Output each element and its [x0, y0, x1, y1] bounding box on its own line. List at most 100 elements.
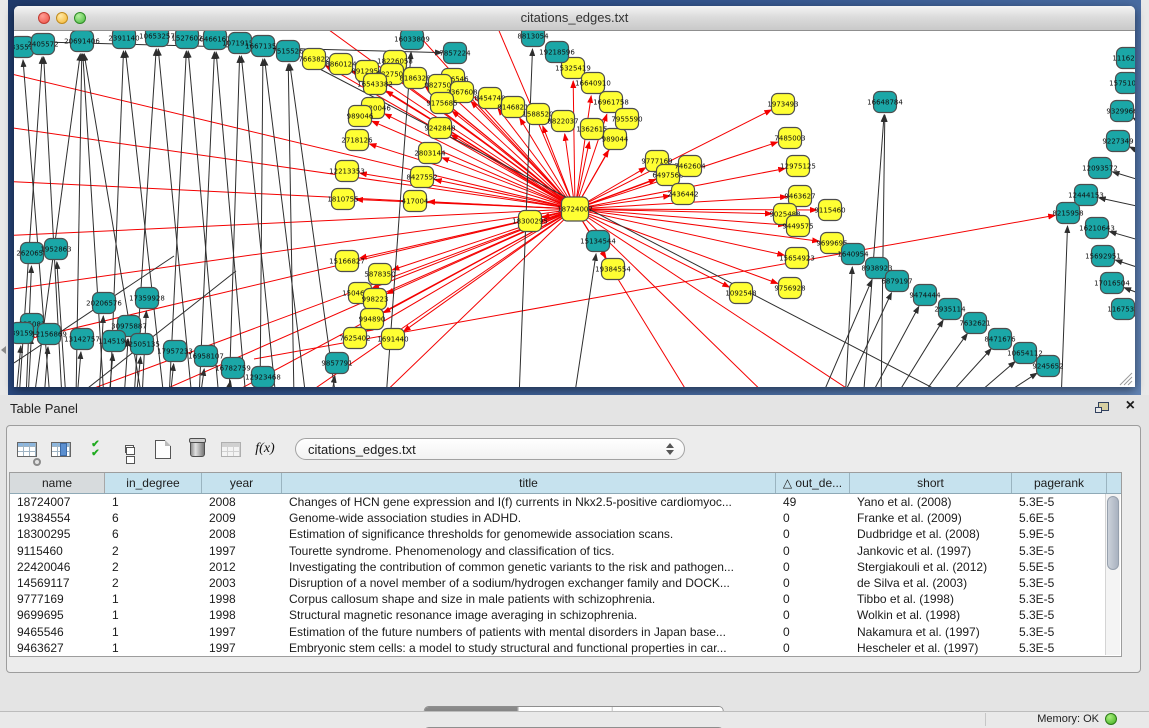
graph-node[interactable]: 5878350: [364, 264, 395, 285]
graph-node[interactable]: 9857791: [321, 353, 352, 374]
graph-node[interactable]: 2405572: [27, 34, 58, 55]
table-row[interactable]: 946362711997Embryonic stem cells: a mode…: [10, 640, 1121, 656]
graph-node[interactable]: 18724007: [557, 197, 593, 221]
column-header-title[interactable]: title: [282, 473, 776, 493]
resize-grip-icon[interactable]: [1120, 373, 1132, 385]
table-row[interactable]: 2242004622012Investigating the contribut…: [10, 559, 1121, 575]
graph-node[interactable]: 1527602: [171, 31, 202, 49]
delete-column-button[interactable]: [187, 436, 207, 462]
graph-node[interactable]: 15134544: [580, 231, 616, 252]
table-row[interactable]: 1456911722003Disruption of a novel membe…: [10, 575, 1121, 591]
graph-node[interactable]: 15654923: [779, 248, 815, 269]
graph-node[interactable]: 9242848: [424, 118, 455, 139]
graph-node[interactable]: 20691406: [64, 31, 100, 52]
graph-node[interactable]: 1952863: [40, 239, 71, 260]
graph-node[interactable]: 16210643: [1079, 218, 1115, 239]
graph-node[interactable]: 9449575: [782, 216, 813, 237]
table-row[interactable]: 1872400712008Changes of HCN gene express…: [10, 494, 1121, 510]
network-canvas[interactable]: 1872400776638228860124891295418226058982…: [14, 31, 1135, 387]
graph-node[interactable]: 2391140: [108, 31, 139, 49]
network-canvas-svg[interactable]: 1872400776638228860124891295418226058982…: [14, 31, 1135, 387]
graph-node[interactable]: 8471676: [984, 329, 1016, 350]
graph-node[interactable]: 8822037: [547, 111, 578, 132]
graph-node[interactable]: 15692951: [1085, 246, 1121, 267]
column-header-out_degree[interactable]: △ out_de...: [776, 473, 850, 493]
merge-button[interactable]: [119, 436, 139, 462]
window-titlebar[interactable]: citations_edges.txt: [14, 6, 1135, 31]
select-rows-button[interactable]: ✔✔: [85, 436, 105, 462]
table-row[interactable]: 1938455462009Genome-wide association stu…: [10, 510, 1121, 526]
graph-node[interactable]: 9245652: [1032, 356, 1063, 377]
table-row[interactable]: 946554611997Estimation of the future num…: [10, 624, 1121, 640]
network-file-selector[interactable]: citations_edges.txt: [295, 438, 685, 460]
graph-node[interactable]: 2935114: [934, 299, 966, 320]
graph-node[interactable]: 20206576: [86, 293, 122, 314]
graph-node[interactable]: 17016504: [1094, 273, 1130, 294]
graph-node[interactable]: 7955590: [611, 109, 642, 130]
graph-node[interactable]: 10653257: [139, 31, 175, 47]
graph-node[interactable]: 1167533: [1107, 299, 1135, 320]
table-row[interactable]: 1830029562008Estimation of significance …: [10, 526, 1121, 542]
collapse-panel-icon[interactable]: [1, 346, 6, 354]
graph-node[interactable]: 8427552: [406, 167, 437, 188]
graph-node[interactable]: 998223: [362, 289, 389, 310]
graph-node[interactable]: 6879197: [881, 271, 912, 292]
graph-node[interactable]: 16958107: [188, 346, 224, 367]
column-header-name[interactable]: name: [10, 473, 105, 493]
graph-node[interactable]: 19384554: [595, 259, 631, 280]
table-row[interactable]: 969969511998Structural magnetic resonanc…: [10, 607, 1121, 623]
graph-node[interactable]: 1092548: [725, 283, 756, 304]
graph-node[interactable]: 9175685: [426, 93, 457, 114]
graph-node[interactable]: 7515526: [272, 41, 304, 62]
function-builder-button[interactable]: f(x): [255, 436, 275, 462]
graph-node[interactable]: 15166827: [329, 251, 365, 272]
show-columns-button[interactable]: [51, 436, 71, 462]
table-row[interactable]: 911546021997Tourette syndrome. Phenomeno…: [10, 543, 1121, 559]
graph-node[interactable]: 2436442: [667, 184, 698, 205]
graph-node[interactable]: 9474444: [909, 285, 941, 306]
close-panel-icon[interactable]: ×: [1126, 396, 1135, 416]
graph-node[interactable]: 12093572: [1082, 158, 1118, 179]
create-column-button[interactable]: [153, 436, 173, 462]
graph-node[interactable]: 989044: [602, 129, 629, 150]
table-settings-button[interactable]: [17, 436, 37, 462]
graph-node[interactable]: 1810755: [327, 189, 358, 210]
vertical-scrollbar[interactable]: [1105, 494, 1120, 655]
graph-node[interactable]: 2803144: [414, 143, 446, 164]
graph-node[interactable]: 7462604: [674, 156, 706, 177]
graph-node[interactable]: 7857224: [439, 43, 471, 64]
graph-node[interactable]: 1973493: [767, 94, 798, 115]
table-row[interactable]: 977716911998Corpus callosum shape and si…: [10, 591, 1121, 607]
scrollbar-thumb[interactable]: [1107, 496, 1119, 570]
graph-node[interactable]: 1640954: [837, 244, 869, 265]
graph-node[interactable]: 8813054: [517, 31, 549, 47]
graph-node[interactable]: 16033809: [394, 31, 430, 50]
graph-node[interactable]: 989046: [347, 106, 374, 127]
graph-node-label: 19218596: [539, 49, 575, 57]
graph-node-label: 2436442: [667, 191, 698, 199]
column-header-pagerank[interactable]: pagerank: [1012, 473, 1107, 493]
graph-node[interactable]: 15751074: [1109, 73, 1135, 94]
graph-node[interactable]: 994890: [359, 309, 386, 330]
column-header-year[interactable]: year: [202, 473, 282, 493]
network-view-window[interactable]: citations_edges.txt 18724007766382288601…: [14, 6, 1135, 387]
table-panel: Table Panel × ✔✔: [0, 395, 1149, 712]
graph-node[interactable]: 2718126: [341, 130, 373, 151]
graph-node[interactable]: 9227349: [1102, 131, 1133, 152]
graph-node[interactable]: 417004: [402, 191, 429, 212]
graph-node[interactable]: 13142757: [64, 329, 100, 350]
graph-node[interactable]: 16648784: [867, 92, 903, 113]
graph-node[interactable]: 1691440: [377, 329, 408, 350]
graph-node[interactable]: 12975125: [780, 156, 816, 177]
float-panel-icon[interactable]: [1098, 402, 1109, 411]
graph-node[interactable]: 9756928: [774, 278, 805, 299]
graph-node[interactable]: 9329966: [1106, 101, 1135, 122]
graph-node[interactable]: 17359928: [129, 288, 165, 309]
graph-node[interactable]: 7485003: [774, 128, 805, 149]
column-header-short[interactable]: short: [850, 473, 1012, 493]
graph-node[interactable]: 7625402: [339, 328, 370, 349]
graph-node[interactable]: 1116227: [1112, 48, 1135, 69]
graph-node[interactable]: 9115460: [814, 200, 845, 221]
column-header-in_degree[interactable]: in_degree: [105, 473, 202, 493]
graph-node[interactable]: 7632621: [959, 313, 990, 334]
